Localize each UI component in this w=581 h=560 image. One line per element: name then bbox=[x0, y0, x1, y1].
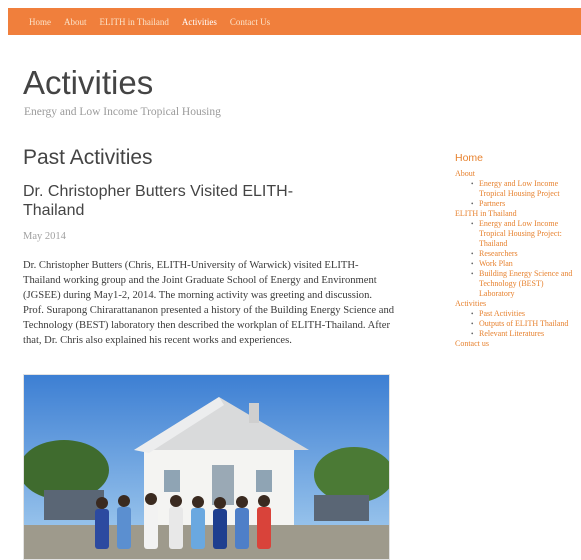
post-date: May 2014 bbox=[23, 231, 66, 242]
nav-elith-thailand-link[interactable]: ELITH in Thailand bbox=[100, 17, 169, 27]
sidebar-item-best-laboratory[interactable]: Building Energy Science and Technology (… bbox=[455, 269, 581, 299]
sidebar-item-researchers[interactable]: Researchers bbox=[455, 249, 581, 259]
post-title[interactable]: Dr. Christopher Butters Visited ELITH-Th… bbox=[23, 182, 353, 220]
sidebar-item-elith-project-thailand[interactable]: Energy and Low Income Tropical Housing P… bbox=[455, 219, 581, 249]
sidebar-item-outputs[interactable]: Outputs of ELITH Thailand bbox=[455, 319, 581, 329]
sidebar-item-elith-in-thailand[interactable]: ELITH in Thailand bbox=[455, 209, 581, 219]
sidebar-item-elith-project[interactable]: Energy and Low Income Tropical Housing P… bbox=[455, 179, 581, 199]
nav-about-link[interactable]: About bbox=[64, 17, 87, 27]
sidebar-home-link[interactable]: Home bbox=[455, 152, 581, 164]
sidebar-menu: About Energy and Low Income Tropical Hou… bbox=[455, 169, 581, 349]
top-navigation-bar: Home About ELITH in Thailand Activities … bbox=[8, 8, 581, 35]
sidebar-item-work-plan[interactable]: Work Plan bbox=[455, 259, 581, 269]
sidebar-item-relevant-literatures[interactable]: Relevant Literatures bbox=[455, 329, 581, 339]
activity-photo bbox=[23, 374, 390, 560]
sidebar-navigation: Home About Energy and Low Income Tropica… bbox=[455, 152, 581, 349]
nav-contact-link[interactable]: Contact Us bbox=[230, 17, 270, 27]
top-nav-items: Home About ELITH in Thailand Activities … bbox=[29, 8, 283, 35]
sidebar-item-about[interactable]: About bbox=[455, 169, 581, 179]
page-heading: Past Activities bbox=[23, 146, 153, 169]
nav-activities-link[interactable]: Activities bbox=[182, 17, 217, 27]
site-title: Activities bbox=[23, 64, 154, 101]
sidebar-item-partners[interactable]: Partners bbox=[455, 199, 581, 209]
site-tagline: Energy and Low Income Tropical Housing bbox=[24, 106, 221, 118]
sidebar-item-contact[interactable]: Contact us bbox=[455, 339, 581, 349]
post-body: Dr. Christopher Butters (Chris, ELITH-Un… bbox=[23, 260, 395, 346]
nav-home-link[interactable]: Home bbox=[29, 17, 51, 27]
group-photo-illustration bbox=[24, 375, 389, 559]
sidebar-item-past-activities[interactable]: Past Activities bbox=[455, 309, 581, 319]
sidebar-item-activities[interactable]: Activities bbox=[455, 299, 581, 309]
